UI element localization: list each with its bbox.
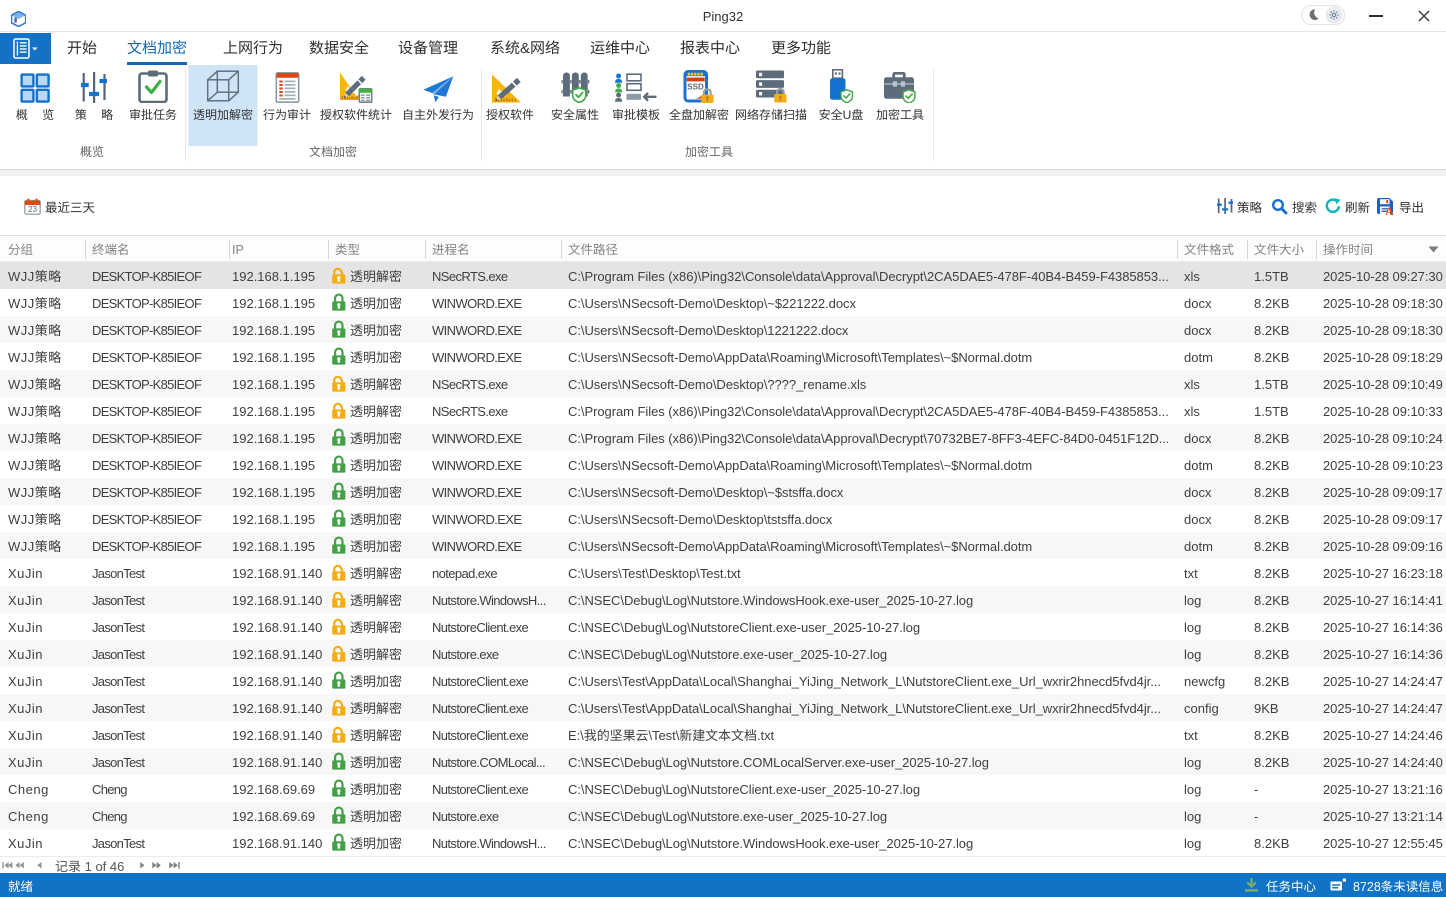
svg-text:23: 23	[28, 204, 37, 213]
svg-text:SSD: SSD	[687, 83, 704, 92]
svg-text:A: A	[1385, 204, 1394, 215]
